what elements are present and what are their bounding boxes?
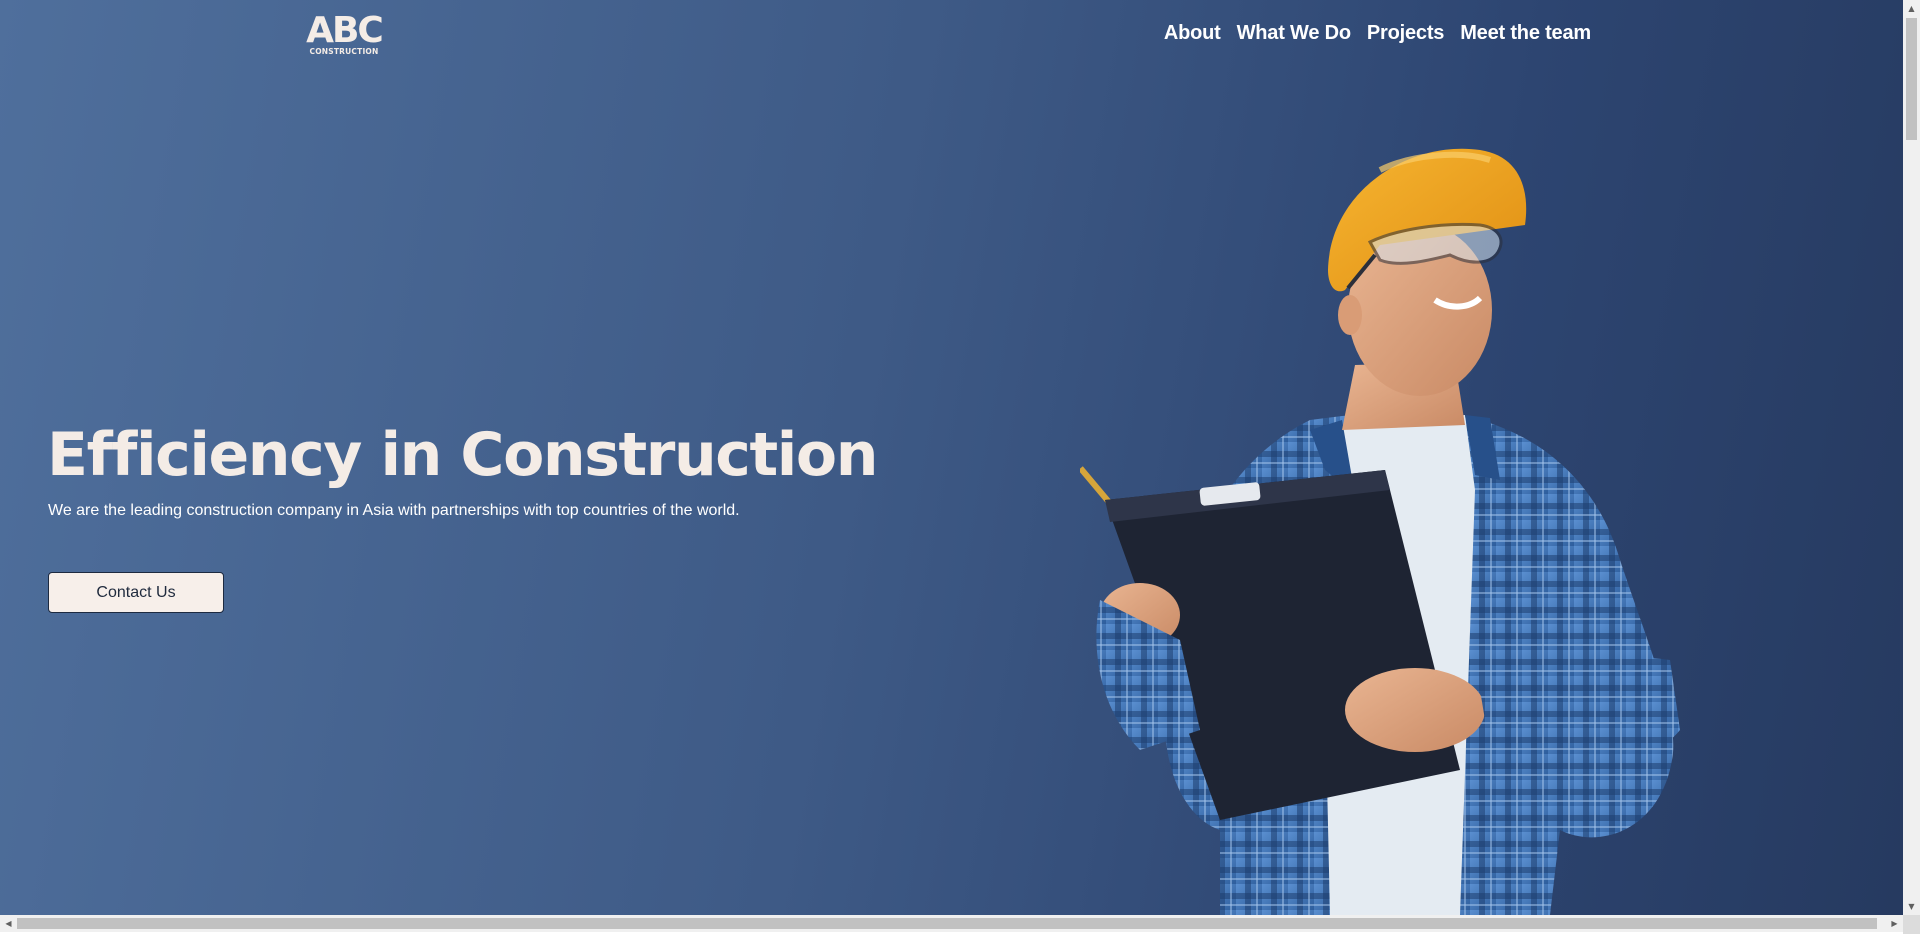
vertical-scroll-thumb[interactable]	[1906, 18, 1917, 140]
logo-wordmark: ABC	[306, 10, 384, 51]
logo-tagline: CONSTRUCTION	[309, 47, 379, 56]
main-nav: About What We Do Projects Meet the team	[1164, 22, 1591, 45]
horizontal-scroll-thumb[interactable]	[17, 918, 1877, 929]
nav-link-what-we-do[interactable]: What We Do	[1237, 22, 1351, 45]
scrollbar-corner	[1903, 915, 1920, 934]
scroll-up-arrow-icon[interactable]: ▲	[1903, 0, 1920, 17]
hero-subtitle: We are the leading construction company …	[48, 502, 740, 519]
company-logo[interactable]: ABC CONSTRUCTION	[305, 10, 384, 60]
construction-worker-image	[1080, 148, 1680, 915]
vertical-scrollbar[interactable]: ▲ ▼	[1903, 0, 1920, 915]
nav-link-projects[interactable]: Projects	[1367, 22, 1445, 45]
scroll-right-arrow-icon[interactable]: ▶	[1886, 915, 1903, 932]
hero-title: Efficiency in Construction	[47, 420, 878, 490]
nav-link-about[interactable]: About	[1164, 22, 1221, 45]
hero-section: ABC CONSTRUCTION About What We Do Projec…	[0, 0, 1903, 915]
nav-link-meet-the-team[interactable]: Meet the team	[1460, 22, 1591, 45]
contact-us-button[interactable]: Contact Us	[48, 572, 224, 613]
horizontal-scrollbar[interactable]: ◀ ▶	[0, 915, 1903, 932]
scroll-down-arrow-icon[interactable]: ▼	[1903, 898, 1920, 915]
scroll-left-arrow-icon[interactable]: ◀	[0, 915, 17, 932]
